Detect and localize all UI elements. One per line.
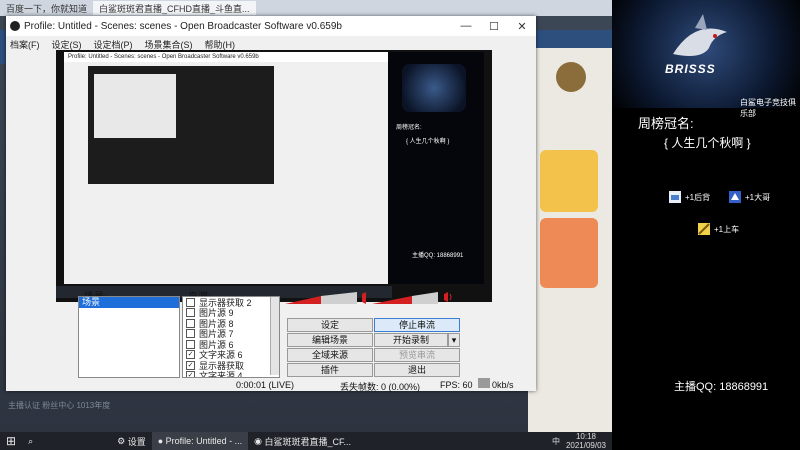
browser-page-promo-card[interactable]: [540, 150, 598, 212]
clock[interactable]: 10:18 2021/09/03: [566, 432, 606, 450]
desktop-volume-meter[interactable]: [285, 292, 357, 304]
bitrate-status: 0kb/s: [492, 380, 514, 390]
taskbar-obs[interactable]: ● Profile: Untitled - ...: [151, 432, 249, 450]
desktop-speaker-icon[interactable]: [359, 292, 369, 304]
browser-page-avatar: [556, 62, 586, 92]
exit-button[interactable]: 退出: [374, 363, 460, 377]
stream-time-status: 0:00:01 (LIVE): [236, 380, 295, 390]
gift-label: +1大哥: [745, 192, 771, 202]
source-checkbox[interactable]: ✓: [186, 360, 195, 370]
gift-item: +1上车: [697, 222, 739, 236]
minimize-icon[interactable]: —: [452, 20, 480, 33]
clock-date: 2021/09/03: [565, 441, 606, 450]
clock-time: 10:18: [575, 432, 596, 441]
gift-item: +1大哥: [728, 190, 770, 204]
source-checkbox[interactable]: [186, 329, 195, 339]
obs-preview[interactable]: Profile: Untitled - Scenes: scenes - Ope…: [56, 50, 492, 302]
taskbar-obs-label: Profile: Untitled - ...: [165, 436, 243, 446]
system-tray: 中 10:18 2021/09/03: [552, 432, 606, 450]
sources-scrollbar[interactable]: [270, 297, 279, 375]
dropped-frames-status: 丢失帧数: 0 (0.00%): [340, 382, 421, 392]
taskbar-browser-label: 白鲨斑斑君直播_CF...: [264, 436, 352, 447]
gift-label: +1后背: [685, 192, 711, 202]
weekly-sponsor-name: { 人生几个秋啊 }: [664, 136, 751, 150]
global-sources-button[interactable]: 全域来源: [287, 348, 373, 362]
source-item[interactable]: ✓ 文字来源 4: [183, 371, 279, 378]
source-checkbox[interactable]: ✓: [186, 350, 195, 360]
obs-title-bar[interactable]: Profile: Untitled - Scenes: scenes - Ope…: [6, 16, 536, 36]
source-label: 文字来源 4: [199, 371, 243, 378]
browser-tab-bar: 百度一下，你就知道 白鲨斑斑君直播_CFHD直播_斗鱼直...: [0, 0, 612, 16]
search-icon[interactable]: ⌕: [22, 432, 39, 450]
taskbar-browser[interactable]: ◉ 白鲨斑斑君直播_CF...: [248, 432, 357, 450]
source-checkbox[interactable]: [186, 297, 195, 307]
preview-stream-button[interactable]: 预览串流: [374, 348, 460, 362]
windows-taskbar: ⊞ ⌕ ⚙ 设置 ● Profile: Untitled - ... ◉ 白鲨斑…: [0, 432, 612, 450]
browser-page-footer-links: 主播认证 粉丝中心 1013年度: [8, 401, 111, 410]
sources-list[interactable]: 显示器获取 2 图片源 9 图片源 8 图片源 7 图片源 6 ✓ 文字来源 6 …: [182, 296, 280, 378]
gear-icon: ⚙: [117, 435, 128, 446]
browser-tab-baidu[interactable]: 百度一下，你就知道: [0, 1, 93, 15]
source-checkbox[interactable]: [186, 318, 195, 328]
weekly-sponsor-title: 周榜冠名:: [638, 116, 694, 131]
preview-nested-screen-inner: [94, 74, 176, 138]
menu-settings[interactable]: 设定(S): [52, 38, 82, 51]
input-language[interactable]: 中: [552, 436, 560, 447]
source-checkbox[interactable]: [186, 339, 195, 349]
browser-tab-douyu[interactable]: 白鲨斑斑君直播_CFHD直播_斗鱼直...: [93, 1, 256, 15]
gift-box-icon: [669, 191, 681, 203]
close-icon[interactable]: ✕: [508, 20, 536, 33]
browser-page-promo-card-2[interactable]: [540, 218, 598, 288]
menu-help[interactable]: 帮助(H): [205, 38, 236, 51]
obs-app-icon: [10, 21, 20, 31]
obs-app-icon: ●: [157, 436, 166, 446]
gift-card-icon: [729, 191, 741, 203]
recording-dropdown-arrow[interactable]: ▾: [448, 333, 460, 347]
microphone-icon[interactable]: [442, 291, 452, 303]
preview-overlay-title: 周榜冠名:: [396, 125, 422, 131]
gift-car-icon: [698, 223, 710, 235]
taskview-spacer: [39, 432, 111, 450]
streamer-qq: 主播QQ: 18868991: [674, 381, 769, 393]
scene-item[interactable]: 场景: [79, 297, 179, 308]
gift-item: +1后背: [668, 190, 710, 204]
menu-scene-collections[interactable]: 场景集合(S): [145, 38, 193, 51]
preview-nested-title: Profile: Untitled - Scenes: scenes - Ope…: [64, 52, 388, 62]
preview-nested-obs: Profile: Untitled - Scenes: scenes - Ope…: [64, 52, 388, 284]
maximize-icon[interactable]: ☐: [480, 20, 508, 33]
obs-window-title: Profile: Untitled - Scenes: scenes - Ope…: [24, 20, 342, 32]
gift-label: +1上车: [714, 224, 740, 234]
team-logo-text: BRISSS: [665, 62, 716, 76]
taskbar-settings[interactable]: ⚙ 设置: [111, 432, 152, 450]
mic-volume-meter[interactable]: [372, 292, 438, 304]
menu-profiles[interactable]: 设定档(P): [94, 38, 133, 51]
preview-overlay-qq: 主播QQ: 18868991: [412, 253, 464, 259]
start-recording-button[interactable]: 开始录制: [374, 333, 448, 347]
edit-scene-button[interactable]: 编辑场景: [287, 333, 373, 347]
scenes-list[interactable]: 场景: [78, 296, 180, 378]
windows-start-icon[interactable]: ⊞: [0, 432, 22, 450]
plugins-button[interactable]: 插件: [287, 363, 373, 377]
settings-button[interactable]: 设定: [287, 318, 373, 332]
preview-overlay-logo: [402, 64, 466, 112]
bitrate-indicator: [478, 378, 490, 388]
preview-overlay-name: { 人生几个秋啊 }: [406, 139, 450, 145]
fps-status: FPS: 60: [440, 380, 473, 390]
browser-icon: ◉: [254, 435, 265, 446]
taskbar-settings-label: 设置: [127, 436, 146, 447]
source-checkbox[interactable]: [186, 308, 195, 318]
stop-stream-button[interactable]: 停止串流: [374, 318, 460, 332]
menu-file[interactable]: 档案(F): [10, 38, 40, 51]
team-logo-subtitle: 白鲨电子竞技俱乐部: [740, 98, 796, 118]
source-checkbox[interactable]: ✓: [186, 371, 195, 377]
